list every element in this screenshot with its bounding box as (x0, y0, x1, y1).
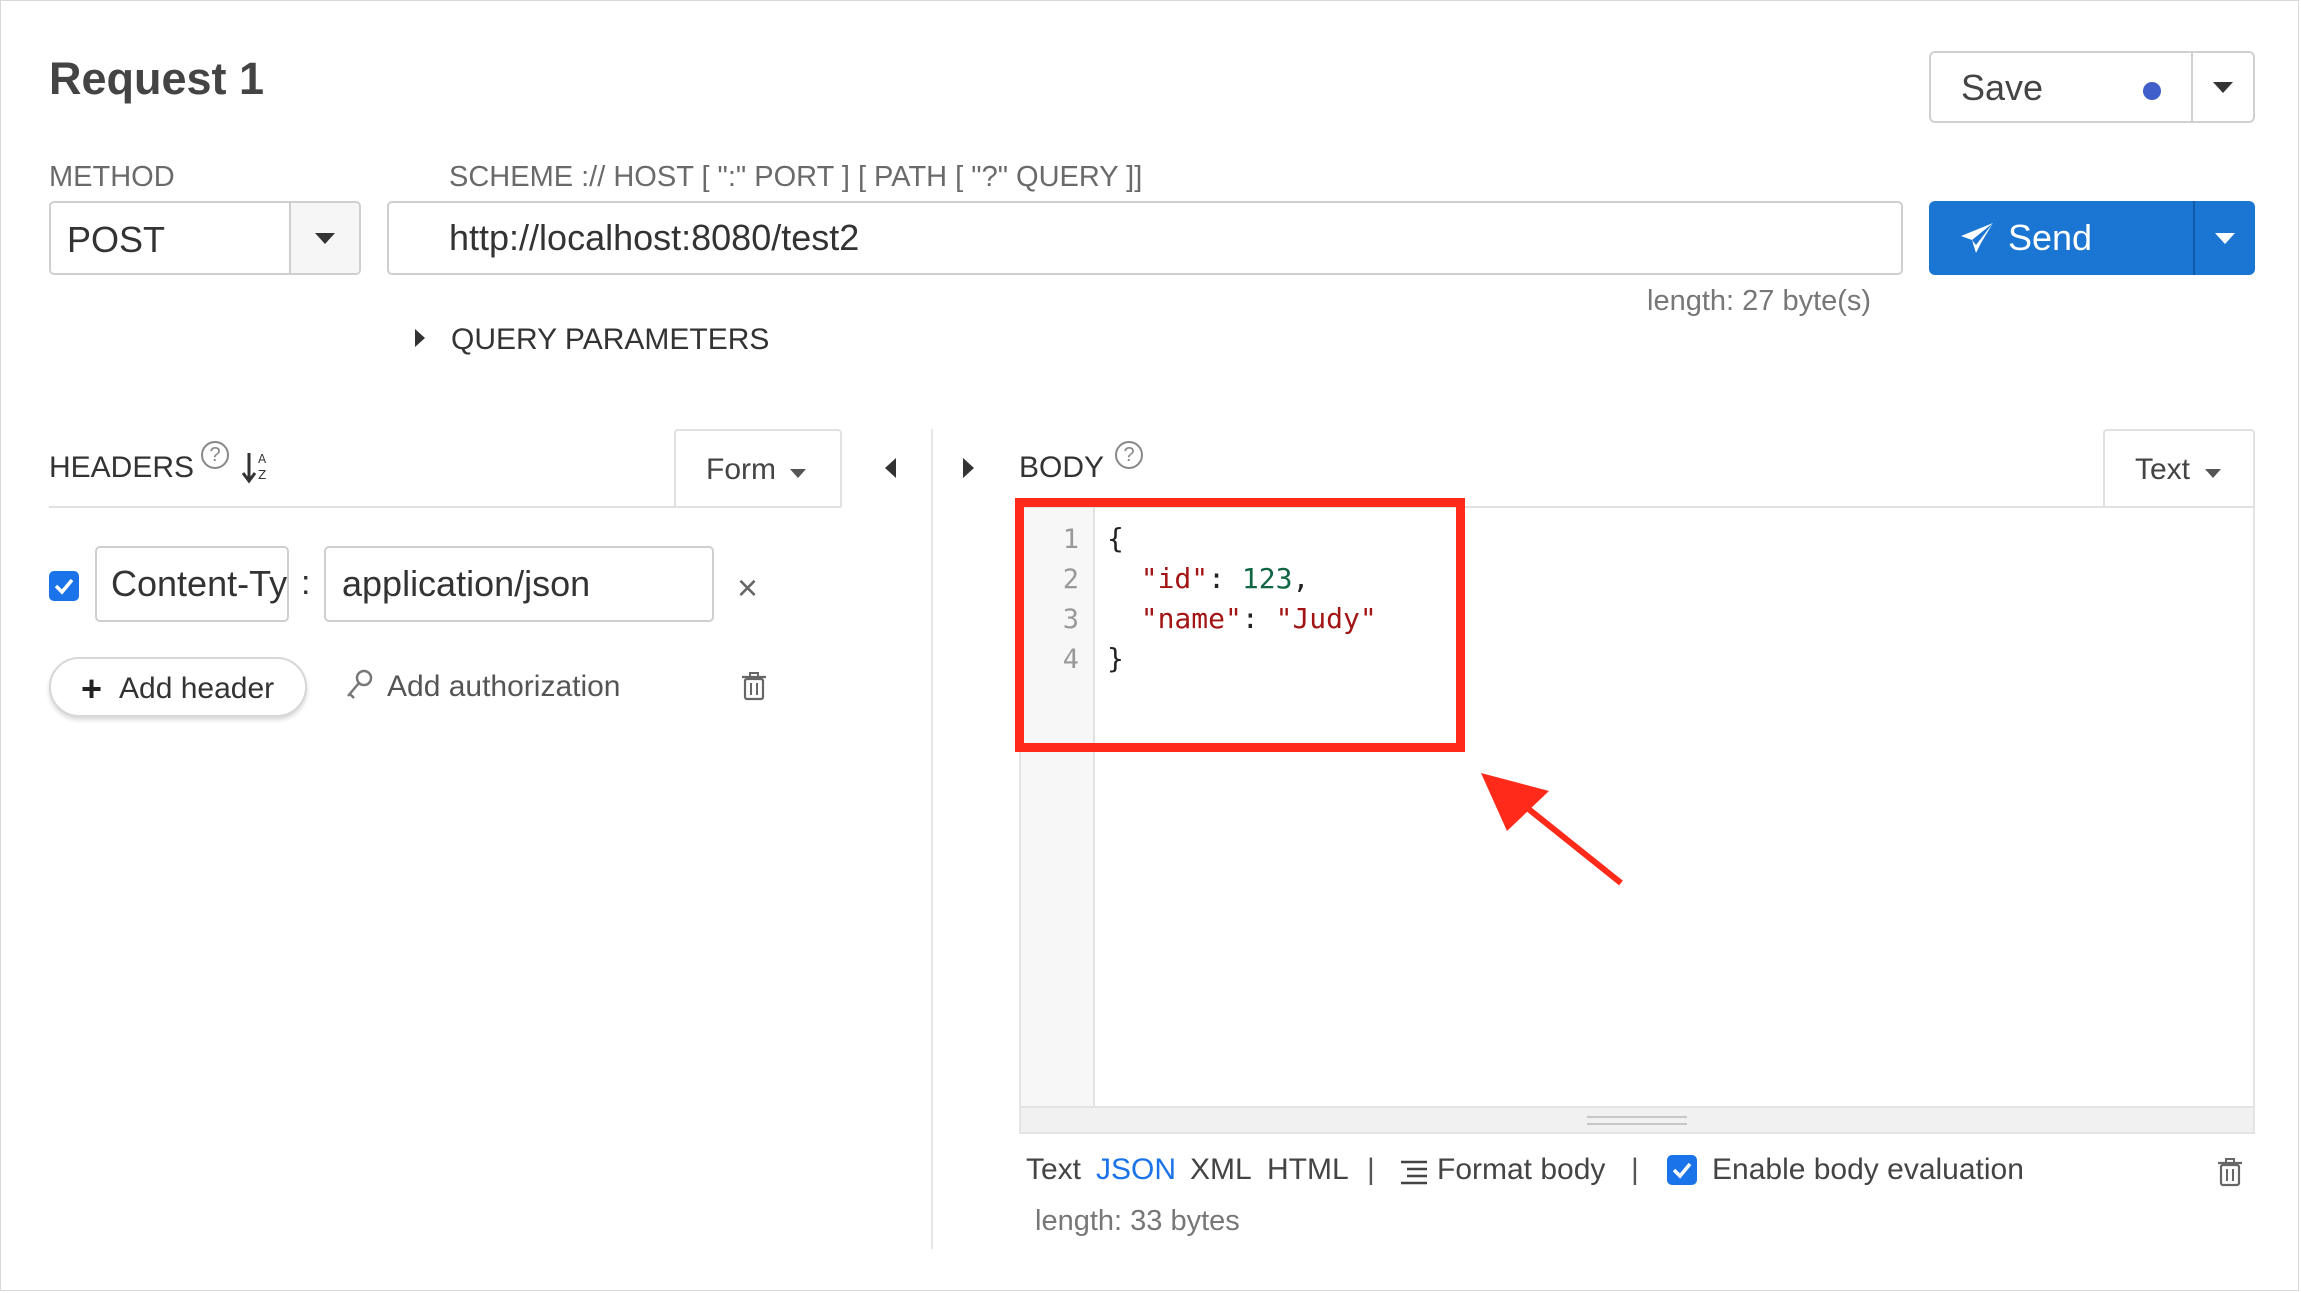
add-authorization-link[interactable]: Add authorization (387, 670, 621, 704)
sort-alpha-icon[interactable]: A Z (241, 449, 273, 485)
header-key-input[interactable]: Content-Type (95, 546, 289, 622)
format-body-button[interactable]: Format body (1437, 1153, 1605, 1187)
format-html[interactable]: HTML (1267, 1153, 1349, 1187)
send-label: Send (2008, 217, 2093, 258)
request-panel: Request 1 Save METHOD SCHEME :// HOST [ … (0, 0, 2299, 1291)
body-type-label: Text (2135, 453, 2191, 486)
separator: | (1631, 1153, 1639, 1186)
separator: | (1367, 1153, 1375, 1186)
paper-plane-icon (1961, 223, 1993, 253)
send-button[interactable]: Send (1929, 201, 2193, 275)
save-options-button[interactable] (2191, 51, 2255, 123)
divider (49, 506, 841, 508)
method-dropdown-toggle[interactable] (289, 203, 359, 273)
align-lines-icon[interactable] (1399, 1159, 1429, 1185)
headers-mode-select[interactable]: Form (674, 429, 842, 507)
format-xml[interactable]: XML (1190, 1153, 1252, 1187)
body-type-select[interactable]: Text (2103, 429, 2255, 507)
help-icon[interactable]: ? (1115, 441, 1143, 469)
send-options-button[interactable] (2193, 201, 2255, 275)
add-header-label: Add header (119, 672, 275, 705)
checkmark-icon (1672, 1162, 1692, 1179)
headers-mode-label: Form (706, 453, 776, 486)
status-dot-icon (2143, 82, 2161, 100)
header-value-input[interactable]: application/json (324, 546, 714, 622)
highlight-box (1015, 498, 1465, 752)
url-input[interactable] (387, 201, 1903, 275)
enable-body-evaluation-checkbox[interactable] (1667, 1155, 1697, 1185)
trash-icon[interactable] (741, 671, 767, 701)
method-select[interactable]: POST (49, 201, 361, 275)
checkmark-icon (54, 578, 74, 595)
format-text[interactable]: Text (1026, 1153, 1081, 1187)
save-label: Save (1961, 67, 2044, 108)
format-json[interactable]: JSON (1096, 1153, 1176, 1187)
save-button[interactable]: Save (1929, 51, 2193, 123)
header-enabled-checkbox[interactable] (49, 571, 79, 601)
headers-title: HEADERS (49, 451, 195, 484)
body-title: BODY (1019, 451, 1105, 484)
collapse-right-icon[interactable] (963, 458, 974, 478)
method-label: METHOD (49, 161, 175, 193)
url-length: length: 27 byte(s) (1647, 285, 1872, 317)
method-value: POST (67, 219, 166, 260)
arrow-annotation-icon (1481, 773, 1623, 886)
collapse-left-icon[interactable] (885, 458, 896, 478)
key-icon[interactable] (345, 668, 375, 702)
chevron-down-icon (2213, 82, 2233, 93)
chevron-down-icon (2215, 233, 2235, 244)
svg-text:A: A (258, 452, 267, 466)
panel-divider[interactable] (931, 429, 933, 1249)
header-separator: : (301, 564, 311, 602)
grip-icon (1587, 1116, 1687, 1125)
expand-icon[interactable] (415, 329, 425, 347)
query-parameters-toggle[interactable]: QUERY PARAMETERS (451, 323, 769, 357)
enable-body-evaluation-label: Enable body evaluation (1712, 1153, 2024, 1186)
body-length: length: 33 bytes (1035, 1205, 1240, 1237)
trash-icon[interactable] (2217, 1157, 2243, 1187)
remove-header-button[interactable]: × (737, 567, 758, 609)
chevron-down-icon (315, 233, 335, 244)
help-icon[interactable]: ? (201, 441, 229, 469)
chevron-down-icon (2205, 469, 2221, 478)
chevron-down-icon (790, 469, 806, 478)
request-title: Request 1 (49, 53, 265, 104)
add-header-button[interactable]: + Add header (49, 657, 307, 717)
url-scheme-label: SCHEME :// HOST [ ":" PORT ] [ PATH [ "?… (449, 161, 1143, 193)
editor-resize-handle[interactable] (1019, 1108, 2255, 1134)
plus-icon: + (81, 668, 103, 709)
svg-text:Z: Z (258, 468, 266, 482)
